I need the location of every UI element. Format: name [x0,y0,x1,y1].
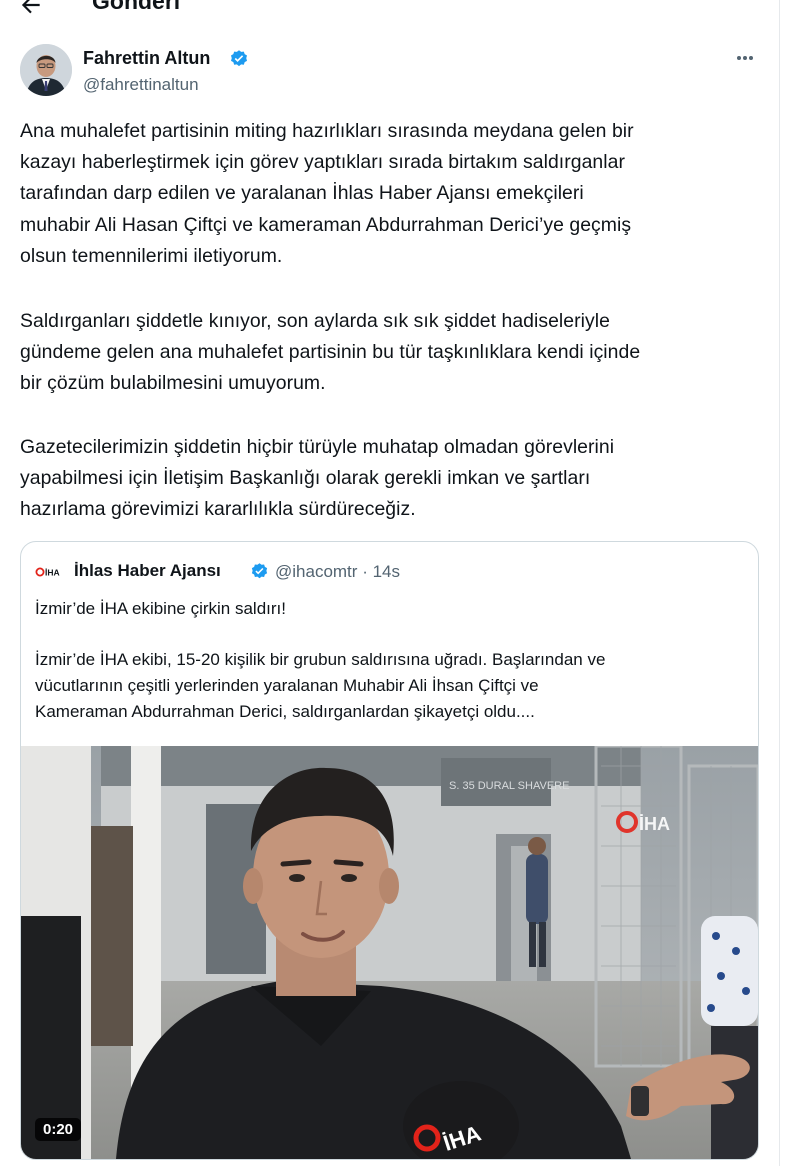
tweet-line: Ana muhalefet partisinin miting hazırlık… [20,120,634,142]
quoted-time[interactable]: 14s [373,562,400,581]
quoted-tweet-card[interactable]: İHA İhlas Haber Ajansı @ihacomtr · 14s İ… [20,541,759,1160]
column-divider [779,0,780,1166]
video-watermark: İHA [639,814,670,834]
quoted-body: İzmir’de İHA ekibi, 15-20 kişilik bir gr… [35,647,750,725]
tweet-line: tarafından darp edilen ve yaralanan İhla… [20,182,584,205]
video-player[interactable]: S. 35 DURAL SHAVERE İHA İHA 0:20 [21,746,758,1159]
quoted-meta: @ihacomtr · 14s [275,562,400,582]
author-name[interactable]: Fahrettin Altun [83,48,210,69]
arrow-left-icon[interactable] [18,0,44,18]
quoted-author-name[interactable]: İhlas Haber Ajansı [74,561,221,581]
verified-badge-icon [231,50,247,67]
iha-logo: İHA [35,568,60,578]
building-sign: S. 35 DURAL SHAVERE [449,780,569,792]
tweet-paragraph-2: Saldırganları şiddetle kınıyor, son ayla… [20,306,765,400]
tweet-line: muhabir Ali Hasan Çiftçi ve kameraman Ab… [20,213,632,236]
tweet-line: kazayı haberleştirmek için görev yaptıkl… [20,151,625,174]
tweet-line: yapabilmesi için İletişim Başkanlığı ola… [20,467,591,490]
quoted-headline: İzmir’de İHA ekibine çirkin saldırı! [35,599,286,618]
tweet-line: Gazetecilerimizin şiddetin hiçbir türüyl… [20,436,615,458]
avatar[interactable] [20,44,72,96]
quoted-line: vücutlarının çeşitli yerlerinden yaralan… [35,676,539,695]
meta-separator: · [362,562,368,581]
verified-badge-icon [251,563,268,579]
page-title: Gönderi [92,0,181,14]
more-horizontal-icon[interactable] [730,46,760,70]
avatar-image [20,44,72,96]
tweet-paragraph-3: Gazetecilerimizin şiddetin hiçbir türüyl… [20,432,765,526]
quoted-handle[interactable]: @ihacomtr [275,562,357,581]
video-frame: S. 35 DURAL SHAVERE İHA İHA [21,746,758,1159]
tweet-line: olsun temennilerimi iletiyorum. [20,244,283,267]
quoted-line: Kameraman Abdurrahman Derici, saldırganl… [35,702,535,721]
tweet-line: gündeme gelen ana muhalefet partisinin b… [20,341,641,364]
top-bar: Gönderi [0,0,779,26]
tweet-line: bir çözüm bulabilmesini umuyorum. [20,372,326,395]
quoted-line: İzmir’de İHA ekibi, 15-20 kişilik bir gr… [35,650,606,669]
tweet-paragraph-1: Ana muhalefet partisinin miting hazırlık… [20,116,765,272]
tweet-line: hazırlama görevimizi kararlılıkla sürdür… [20,498,416,521]
tweet-line: Saldırganları şiddetle kınıyor, son ayla… [20,310,610,332]
iha-logo-text: İHA [45,568,60,578]
video-duration: 0:20 [35,1118,82,1141]
author-handle[interactable]: @fahrettinaltun [83,75,199,95]
